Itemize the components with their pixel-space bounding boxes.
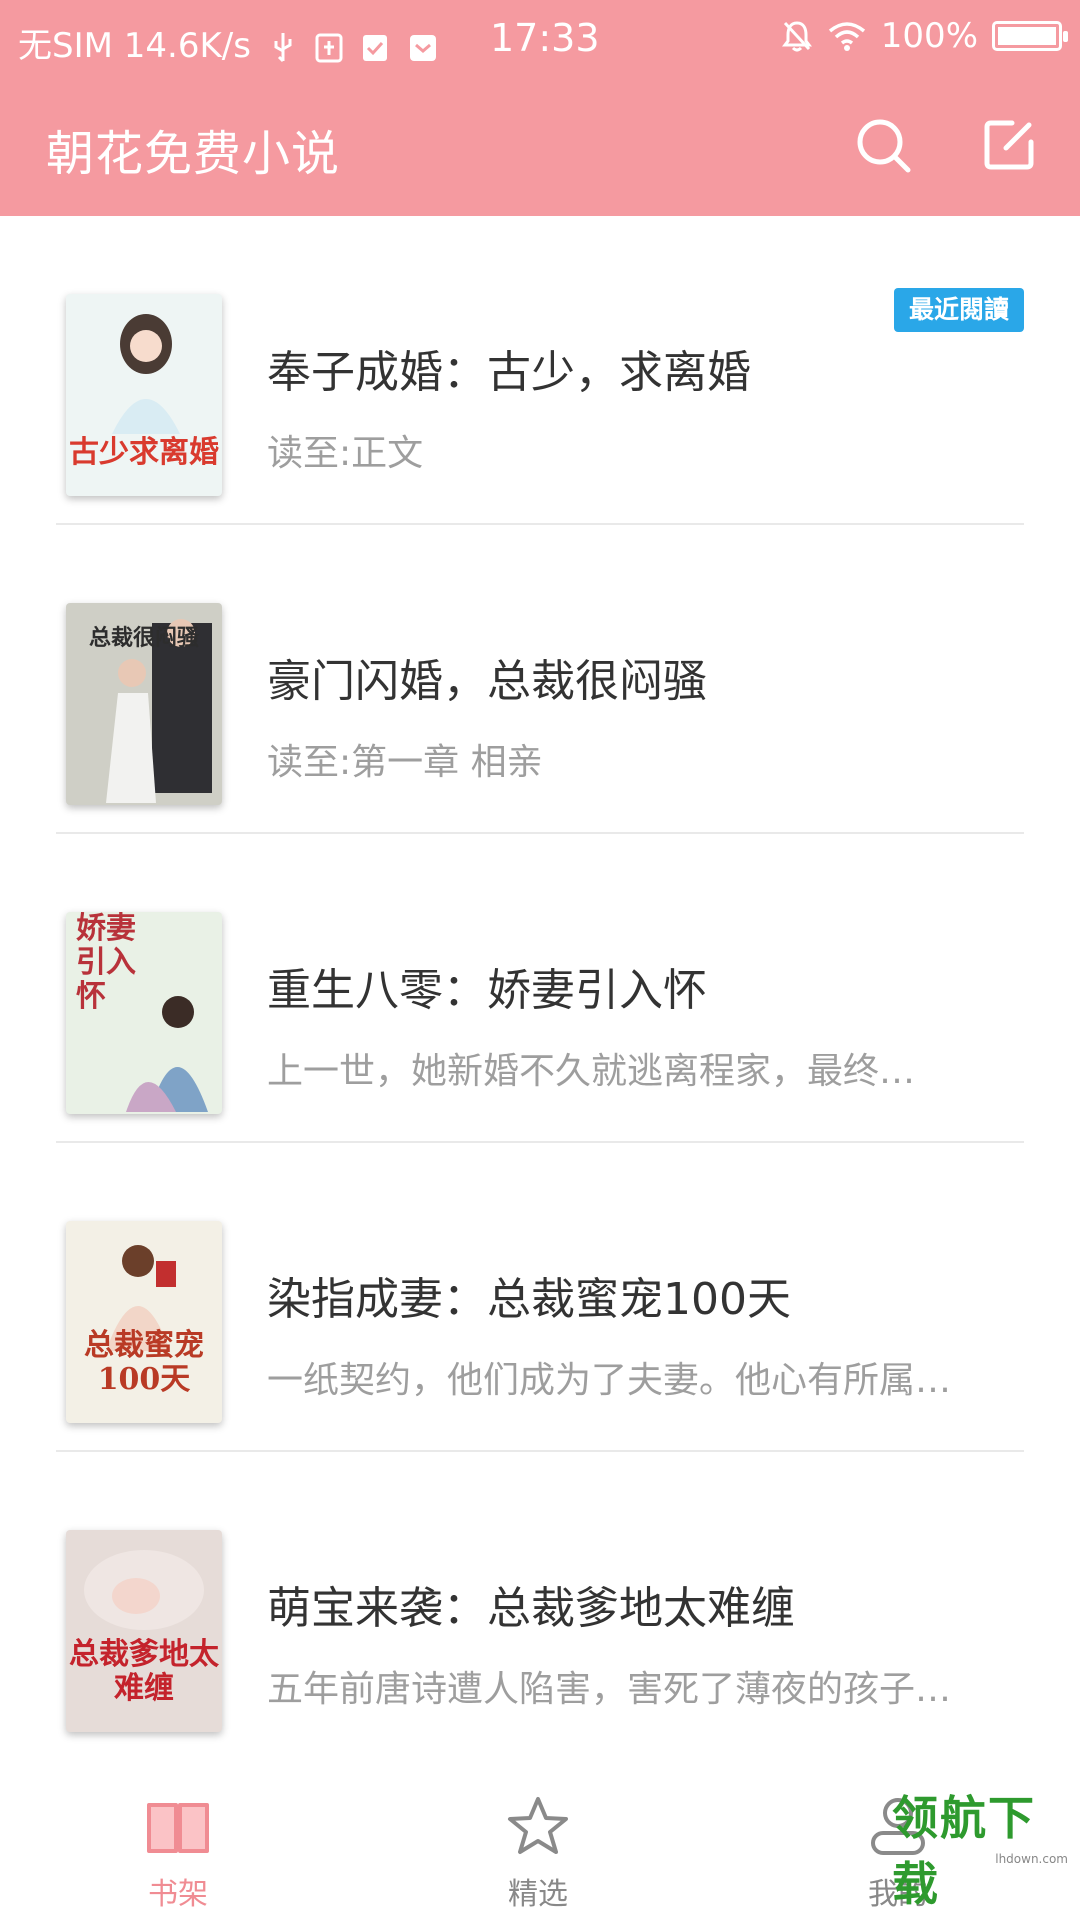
network-speed: 14.6K/s bbox=[123, 26, 251, 66]
book-title: 豪门闪婚，总裁很闷骚 bbox=[267, 656, 707, 707]
book-item[interactable]: 总裁爹地太难缠 萌宝来袭：总裁爹地太难缠 五年前唐诗遭人陷害，害死了薄夜的孩子… bbox=[56, 1452, 1024, 1761]
book-title: 染指成妻：总裁蜜宠100天 bbox=[267, 1274, 791, 1325]
cover-title: 总裁爹地太难缠 bbox=[69, 1637, 219, 1706]
book-cover[interactable]: 总裁很闷骚 bbox=[66, 603, 222, 805]
book-item[interactable]: 娇妻引入怀 重生八零：娇妻引入怀 上一世，她新婚不久就逃离程家，最终… bbox=[56, 834, 1024, 1143]
book-cover[interactable]: 总裁蜜宠100天 bbox=[66, 1221, 222, 1423]
book-cover[interactable]: 总裁爹地太难缠 bbox=[66, 1530, 222, 1732]
book-title: 重生八零：娇妻引入怀 bbox=[267, 965, 707, 1016]
mute-bell-icon bbox=[781, 21, 812, 52]
status-right: 100% bbox=[781, 16, 1068, 56]
mail-icon bbox=[410, 34, 437, 61]
book-summary: 五年前唐诗遭人陷害，害死了薄夜的孩子… bbox=[267, 1669, 952, 1710]
app-title: 朝花免费小说 bbox=[46, 126, 341, 182]
tab-bookshelf[interactable]: 书架 bbox=[78, 1781, 278, 1920]
cover-title: 总裁蜜宠100天 bbox=[84, 1328, 204, 1397]
search-button[interactable] bbox=[850, 112, 916, 178]
book-progress: 读至:第一章 相亲 bbox=[267, 742, 543, 783]
cover-title: 娇妻引入怀 bbox=[76, 912, 136, 1014]
star-icon bbox=[508, 1797, 568, 1854]
book-cover[interactable]: 古少求离婚 bbox=[66, 294, 222, 496]
clock: 17:33 bbox=[490, 16, 600, 60]
check-clipboard-icon bbox=[363, 34, 388, 61]
book-title: 奉子成婚：古少，求离婚 bbox=[267, 347, 751, 398]
status-bar: 无SIM 14.6K/s 17:33 100% bbox=[0, 0, 1080, 76]
tab-featured[interactable]: 精选 bbox=[438, 1781, 638, 1920]
search-icon bbox=[857, 119, 911, 173]
tab-label: 精选 bbox=[508, 1877, 568, 1912]
book-icon bbox=[147, 1803, 209, 1853]
book-cover[interactable]: 娇妻引入怀 bbox=[66, 912, 222, 1114]
carrier-text: 无SIM bbox=[18, 26, 113, 66]
usb-icon bbox=[274, 32, 292, 62]
book-summary: 一纸契约，他们成为了夫妻。他心有所属… bbox=[267, 1360, 952, 1401]
recent-read-badge: 最近閱讀 bbox=[894, 288, 1024, 332]
book-progress: 读至:正文 bbox=[267, 433, 424, 474]
book-item[interactable]: 古少求离婚 奉子成婚：古少，求离婚 读至:正文 最近閱讀 bbox=[56, 216, 1024, 525]
book-title: 萌宝来袭：总裁爹地太难缠 bbox=[267, 1583, 795, 1634]
watermark-text: 领航下载 bbox=[892, 1791, 1036, 1911]
battery-percent: 100% bbox=[880, 16, 978, 56]
app-bar: 朝花免费小说 bbox=[0, 76, 1080, 216]
cover-title: 古少求离婚 bbox=[69, 435, 219, 470]
edit-icon bbox=[984, 120, 1034, 170]
book-item[interactable]: 总裁蜜宠100天 染指成妻：总裁蜜宠100天 一纸契约，他们成为了夫妻。他心有所… bbox=[56, 1143, 1024, 1452]
tab-label: 书架 bbox=[148, 1877, 208, 1912]
wifi-icon bbox=[828, 22, 865, 51]
cover-title: 总裁很闷骚 bbox=[88, 625, 199, 651]
edit-button[interactable] bbox=[976, 112, 1042, 178]
status-left: 无SIM 14.6K/s bbox=[18, 18, 438, 67]
book-summary: 上一世，她新婚不久就逃离程家，最终… bbox=[267, 1051, 916, 1092]
book-item[interactable]: 总裁很闷骚 豪门闪婚，总裁很闷骚 读至:第一章 相亲 bbox=[56, 525, 1024, 834]
usb-debug-icon bbox=[315, 33, 343, 62]
bookshelf-list[interactable]: 古少求离婚 奉子成婚：古少，求离婚 读至:正文 最近閱讀 总裁很闷骚 豪门闪婚，… bbox=[0, 216, 1080, 1781]
watermark: lhdown.com 领航下载 bbox=[892, 1791, 1072, 1914]
battery-icon bbox=[992, 21, 1068, 51]
